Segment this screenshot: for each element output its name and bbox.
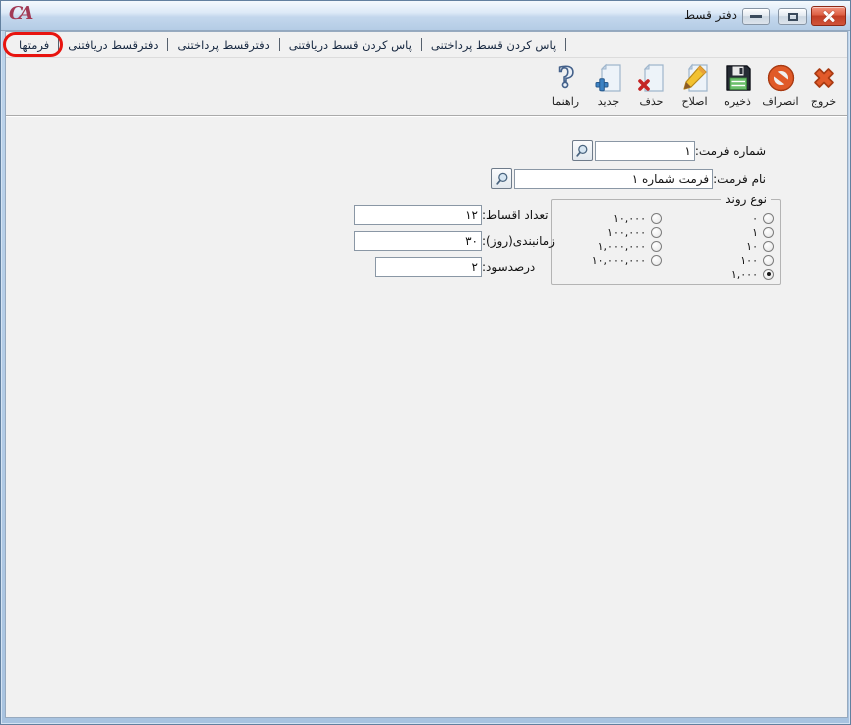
maximize-button[interactable] xyxy=(778,8,807,25)
app-logo: CA xyxy=(9,3,29,24)
format-number-row: شماره فرمت: xyxy=(572,140,766,161)
titlebar: CA دفتر قسط xyxy=(1,1,850,31)
profit-percent-input[interactable] xyxy=(375,257,482,277)
radio-circle xyxy=(763,213,774,224)
edit-pencil-icon xyxy=(679,62,711,94)
installments-count-input[interactable] xyxy=(354,205,482,225)
tab-clear-receivable-installment[interactable]: پاس کردن قسط دریافتنی xyxy=(280,36,421,54)
radio-round-1000-selected[interactable]: ۱,۰۰۰ xyxy=(731,267,774,281)
tab-installment-book-receivable[interactable]: دفترقسط دریافتنی xyxy=(59,36,167,54)
radio-round-10000000[interactable]: ۱۰,۰۰۰,۰۰۰ xyxy=(592,253,662,267)
schedule-days-label: زمانبندی(روز): xyxy=(482,234,555,248)
radio-circle xyxy=(651,213,662,224)
radio-round-1[interactable]: ۱ xyxy=(731,225,774,239)
cancel-button[interactable]: انصراف xyxy=(759,62,802,108)
radio-circle xyxy=(651,241,662,252)
installments-count-label: تعداد اقساط: xyxy=(482,208,549,222)
close-icon xyxy=(822,9,836,23)
rounding-options-left-column: ۱۰,۰۰۰ ۱۰۰,۰۰۰ ۱,۰۰۰,۰۰۰ ۱۰,۰۰۰,۰۰۰ xyxy=(592,211,662,267)
close-button[interactable] xyxy=(811,6,846,26)
search-icon xyxy=(574,143,590,159)
save-button[interactable]: ذخیره xyxy=(716,62,759,108)
installments-count-row: تعداد اقساط: xyxy=(354,204,549,225)
tab-formats[interactable]: فرمتها xyxy=(10,36,58,54)
exit-x-icon xyxy=(808,62,840,94)
radio-round-100[interactable]: ۱۰۰ xyxy=(731,253,774,267)
schedule-days-row: زمانبندی(روز): xyxy=(354,230,555,251)
minimize-button[interactable] xyxy=(742,8,770,25)
radio-circle xyxy=(763,227,774,238)
search-icon xyxy=(494,171,510,187)
svg-text:?: ? xyxy=(557,62,573,94)
radio-circle xyxy=(651,255,662,266)
radio-round-10000[interactable]: ۱۰,۰۰۰ xyxy=(592,211,662,225)
client-area: فرمتها دفترقسط دریافتنی دفترقسط پرداختنی… xyxy=(5,31,848,718)
format-name-row: نام فرمت: xyxy=(491,168,766,189)
edit-button[interactable]: اصلاح xyxy=(673,62,716,108)
maximize-icon xyxy=(788,13,798,21)
delete-document-icon xyxy=(636,62,668,94)
format-name-search-button[interactable] xyxy=(491,168,512,189)
new-button[interactable]: جدید xyxy=(587,62,630,108)
rounding-type-groupbox: نوع روند ۰ ۱ ۱۰ ۱۰۰ xyxy=(551,199,781,285)
save-floppy-icon xyxy=(722,62,754,94)
radio-round-1000000[interactable]: ۱,۰۰۰,۰۰۰ xyxy=(592,239,662,253)
app-window: CA دفتر قسط فرمتها دفترقسط دریافتنی دفتر… xyxy=(0,0,851,725)
rounding-options-right-column: ۰ ۱ ۱۰ ۱۰۰ ۱,۰۰۰ xyxy=(731,211,774,281)
tab-installment-book-payable[interactable]: دفترقسط پرداختنی xyxy=(168,36,278,54)
help-icon: ? xyxy=(550,62,582,94)
profit-percent-row: درصدسود: xyxy=(375,256,535,277)
format-name-input[interactable] xyxy=(514,169,713,189)
tab-divider xyxy=(565,38,566,51)
radio-circle-checked xyxy=(763,269,774,280)
exit-button[interactable]: خروج xyxy=(802,62,845,108)
radio-round-100000[interactable]: ۱۰۰,۰۰۰ xyxy=(592,225,662,239)
toolbar: ? راهنما جدید حذف xyxy=(6,58,847,116)
format-number-input[interactable] xyxy=(595,141,695,161)
format-name-label: نام فرمت: xyxy=(713,172,766,186)
delete-button[interactable]: حذف xyxy=(630,62,673,108)
minimize-icon xyxy=(750,15,762,18)
new-document-icon xyxy=(593,62,625,94)
radio-round-10[interactable]: ۱۰ xyxy=(731,239,774,253)
schedule-days-input[interactable] xyxy=(354,231,482,251)
radio-round-0[interactable]: ۰ xyxy=(731,211,774,225)
window-title: دفتر قسط xyxy=(684,8,737,22)
format-number-label: شماره فرمت: xyxy=(695,144,766,158)
help-button[interactable]: ? راهنما xyxy=(544,62,587,108)
tab-strip: فرمتها دفترقسط دریافتنی دفترقسط پرداختنی… xyxy=(6,32,847,58)
radio-circle xyxy=(651,227,662,238)
rounding-type-title: نوع روند xyxy=(721,192,771,206)
radio-circle xyxy=(763,241,774,252)
tab-clear-payable-installment[interactable]: پاس کردن قسط پرداختنی xyxy=(422,36,565,54)
format-number-search-button[interactable] xyxy=(572,140,593,161)
cancel-no-entry-icon xyxy=(765,62,797,94)
radio-circle xyxy=(763,255,774,266)
profit-percent-label: درصدسود: xyxy=(482,260,535,274)
